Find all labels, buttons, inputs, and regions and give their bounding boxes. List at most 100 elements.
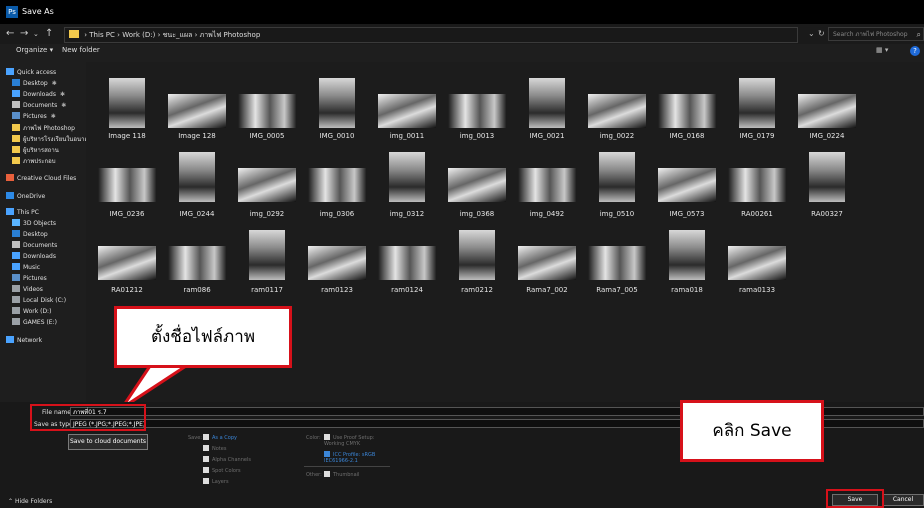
recent-dropdown-icon[interactable]: ⌄ bbox=[33, 30, 39, 38]
file-name[interactable]: IMG_0005 bbox=[232, 132, 302, 140]
file-name[interactable]: RA01212 bbox=[92, 286, 162, 294]
sidebar-item[interactable]: Network bbox=[6, 336, 42, 344]
file-thumbnail[interactable] bbox=[459, 230, 495, 280]
file-name[interactable]: IMG_0179 bbox=[722, 132, 792, 140]
file-thumbnail[interactable] bbox=[599, 152, 635, 202]
breadcrumb-this-pc[interactable]: This PC bbox=[89, 31, 115, 39]
file-name[interactable]: RA00261 bbox=[722, 210, 792, 218]
file-name[interactable]: ram086 bbox=[162, 286, 232, 294]
file-name[interactable]: img_0022 bbox=[582, 132, 652, 140]
save-to-cloud-button[interactable]: Save to cloud documents bbox=[68, 434, 148, 450]
proof-option[interactable]: Use Proof Setup: Working CMYK bbox=[324, 434, 384, 447]
sidebar-item[interactable]: Downloads bbox=[12, 252, 56, 260]
file-name[interactable]: img_0492 bbox=[512, 210, 582, 218]
sidebar-item[interactable]: ผู้บริหารโรงเรียนในอนาค bbox=[12, 134, 88, 144]
file-thumbnail[interactable] bbox=[308, 246, 366, 280]
file-thumbnail[interactable] bbox=[378, 246, 436, 280]
sidebar-item[interactable]: Local Disk (C:) bbox=[12, 296, 66, 304]
file-name[interactable]: IMG_0224 bbox=[792, 132, 862, 140]
new-folder-button[interactable]: New folder bbox=[62, 46, 100, 54]
file-name[interactable]: Image 118 bbox=[92, 132, 162, 140]
file-name[interactable]: img_0292 bbox=[232, 210, 302, 218]
sidebar-item[interactable]: ผู้บริหารสถาน bbox=[12, 145, 59, 155]
checkbox[interactable] bbox=[324, 434, 330, 440]
file-name[interactable]: img_0510 bbox=[582, 210, 652, 218]
search-input[interactable]: Search ภาพไฟ Photoshop ⌕ bbox=[828, 27, 924, 41]
checkbox[interactable] bbox=[203, 467, 209, 473]
sidebar-item[interactable]: OneDrive bbox=[6, 192, 45, 200]
notes-option[interactable]: Notes bbox=[203, 445, 226, 452]
file-thumbnail[interactable] bbox=[378, 94, 436, 128]
file-name[interactable]: IMG_0573 bbox=[652, 210, 722, 218]
file-thumbnail[interactable] bbox=[98, 168, 156, 202]
layers-option[interactable]: Layers bbox=[203, 478, 229, 485]
file-name[interactable]: img_0013 bbox=[442, 132, 512, 140]
file-thumbnail[interactable] bbox=[658, 94, 716, 128]
address-bar[interactable]: › This PC › Work (D:) › ชนะ_แผล › ภาพไฟ … bbox=[64, 27, 798, 43]
checkbox[interactable] bbox=[203, 434, 209, 440]
file-name[interactable]: rama0133 bbox=[722, 286, 792, 294]
file-thumbnail[interactable] bbox=[809, 152, 845, 202]
forward-arrow-icon[interactable]: → bbox=[20, 28, 28, 39]
file-thumbnail[interactable] bbox=[798, 94, 856, 128]
sidebar-item[interactable]: GAMES (E:) bbox=[12, 318, 57, 326]
checkbox[interactable] bbox=[203, 445, 209, 451]
file-name[interactable]: IMG_0021 bbox=[512, 132, 582, 140]
file-name[interactable]: IMG_0236 bbox=[92, 210, 162, 218]
file-thumbnail[interactable] bbox=[249, 230, 285, 280]
file-name[interactable]: rama018 bbox=[652, 286, 722, 294]
sidebar-item[interactable]: Work (D:) bbox=[12, 307, 51, 315]
checkbox[interactable] bbox=[324, 471, 330, 477]
sidebar-item[interactable]: This PC bbox=[6, 208, 39, 216]
file-name[interactable]: Rama7_005 bbox=[582, 286, 652, 294]
file-thumbnail[interactable] bbox=[529, 78, 565, 128]
file-name[interactable]: ram0117 bbox=[232, 286, 302, 294]
sidebar-item[interactable]: ภาพไฟ Photoshop bbox=[12, 123, 75, 133]
sidebar-item[interactable]: Desktop ✱ bbox=[12, 79, 57, 87]
hide-folders-toggle[interactable]: ⌃ Hide Folders bbox=[8, 498, 52, 505]
sidebar-item[interactable]: Videos bbox=[12, 285, 43, 293]
file-name[interactable]: RA00327 bbox=[792, 210, 862, 218]
checkbox[interactable] bbox=[203, 478, 209, 484]
file-thumbnail[interactable] bbox=[168, 246, 226, 280]
checkbox[interactable] bbox=[203, 456, 209, 462]
breadcrumb-folder-1[interactable]: ชนะ_แผล bbox=[163, 31, 193, 39]
as-copy-option[interactable]: As a Copy bbox=[203, 434, 237, 441]
file-thumbnail[interactable] bbox=[588, 246, 646, 280]
file-name[interactable]: img_0312 bbox=[372, 210, 442, 218]
organize-button[interactable]: Organize ▾ bbox=[16, 46, 53, 54]
sidebar-item[interactable]: Documents ✱ bbox=[12, 101, 66, 109]
file-name[interactable]: img_0306 bbox=[302, 210, 372, 218]
sidebar-item[interactable]: Quick access bbox=[6, 68, 56, 76]
file-thumbnail[interactable] bbox=[448, 168, 506, 202]
sidebar-item[interactable]: Pictures bbox=[12, 274, 47, 282]
checkbox-checked[interactable] bbox=[324, 451, 330, 457]
file-thumbnail[interactable] bbox=[98, 246, 156, 280]
file-name[interactable]: ram0212 bbox=[442, 286, 512, 294]
file-name[interactable]: ram0124 bbox=[372, 286, 442, 294]
file-thumbnail[interactable] bbox=[238, 94, 296, 128]
spot-option[interactable]: Spot Colors bbox=[203, 467, 241, 474]
file-thumbnail[interactable] bbox=[669, 230, 705, 280]
file-thumbnail[interactable] bbox=[238, 168, 296, 202]
file-name[interactable]: img_0368 bbox=[442, 210, 512, 218]
file-thumbnail[interactable] bbox=[728, 168, 786, 202]
file-thumbnail[interactable] bbox=[179, 152, 215, 202]
cancel-button[interactable]: Cancel bbox=[882, 494, 924, 506]
up-arrow-icon[interactable]: ↑ bbox=[45, 28, 53, 39]
address-dropdown-icon[interactable]: ⌄ bbox=[808, 29, 815, 38]
file-thumbnail[interactable] bbox=[168, 94, 226, 128]
file-thumbnail[interactable] bbox=[319, 78, 355, 128]
file-thumbnail[interactable] bbox=[109, 78, 145, 128]
file-name[interactable]: IMG_0168 bbox=[652, 132, 722, 140]
file-name[interactable]: IMG_0010 bbox=[302, 132, 372, 140]
refresh-icon[interactable]: ↻ bbox=[818, 29, 825, 38]
sidebar-item[interactable]: Documents bbox=[12, 241, 57, 249]
file-thumbnail[interactable] bbox=[389, 152, 425, 202]
file-name[interactable]: ram0123 bbox=[302, 286, 372, 294]
thumbnail-option[interactable]: Thumbnail bbox=[324, 471, 359, 478]
sidebar-item[interactable]: Pictures ✱ bbox=[12, 112, 56, 120]
sidebar-item[interactable]: Music bbox=[12, 263, 40, 271]
icc-option[interactable]: ICC Profile: sRGB IEC61966-2.1 bbox=[324, 451, 384, 464]
sidebar-item[interactable]: 3D Objects bbox=[12, 219, 56, 227]
